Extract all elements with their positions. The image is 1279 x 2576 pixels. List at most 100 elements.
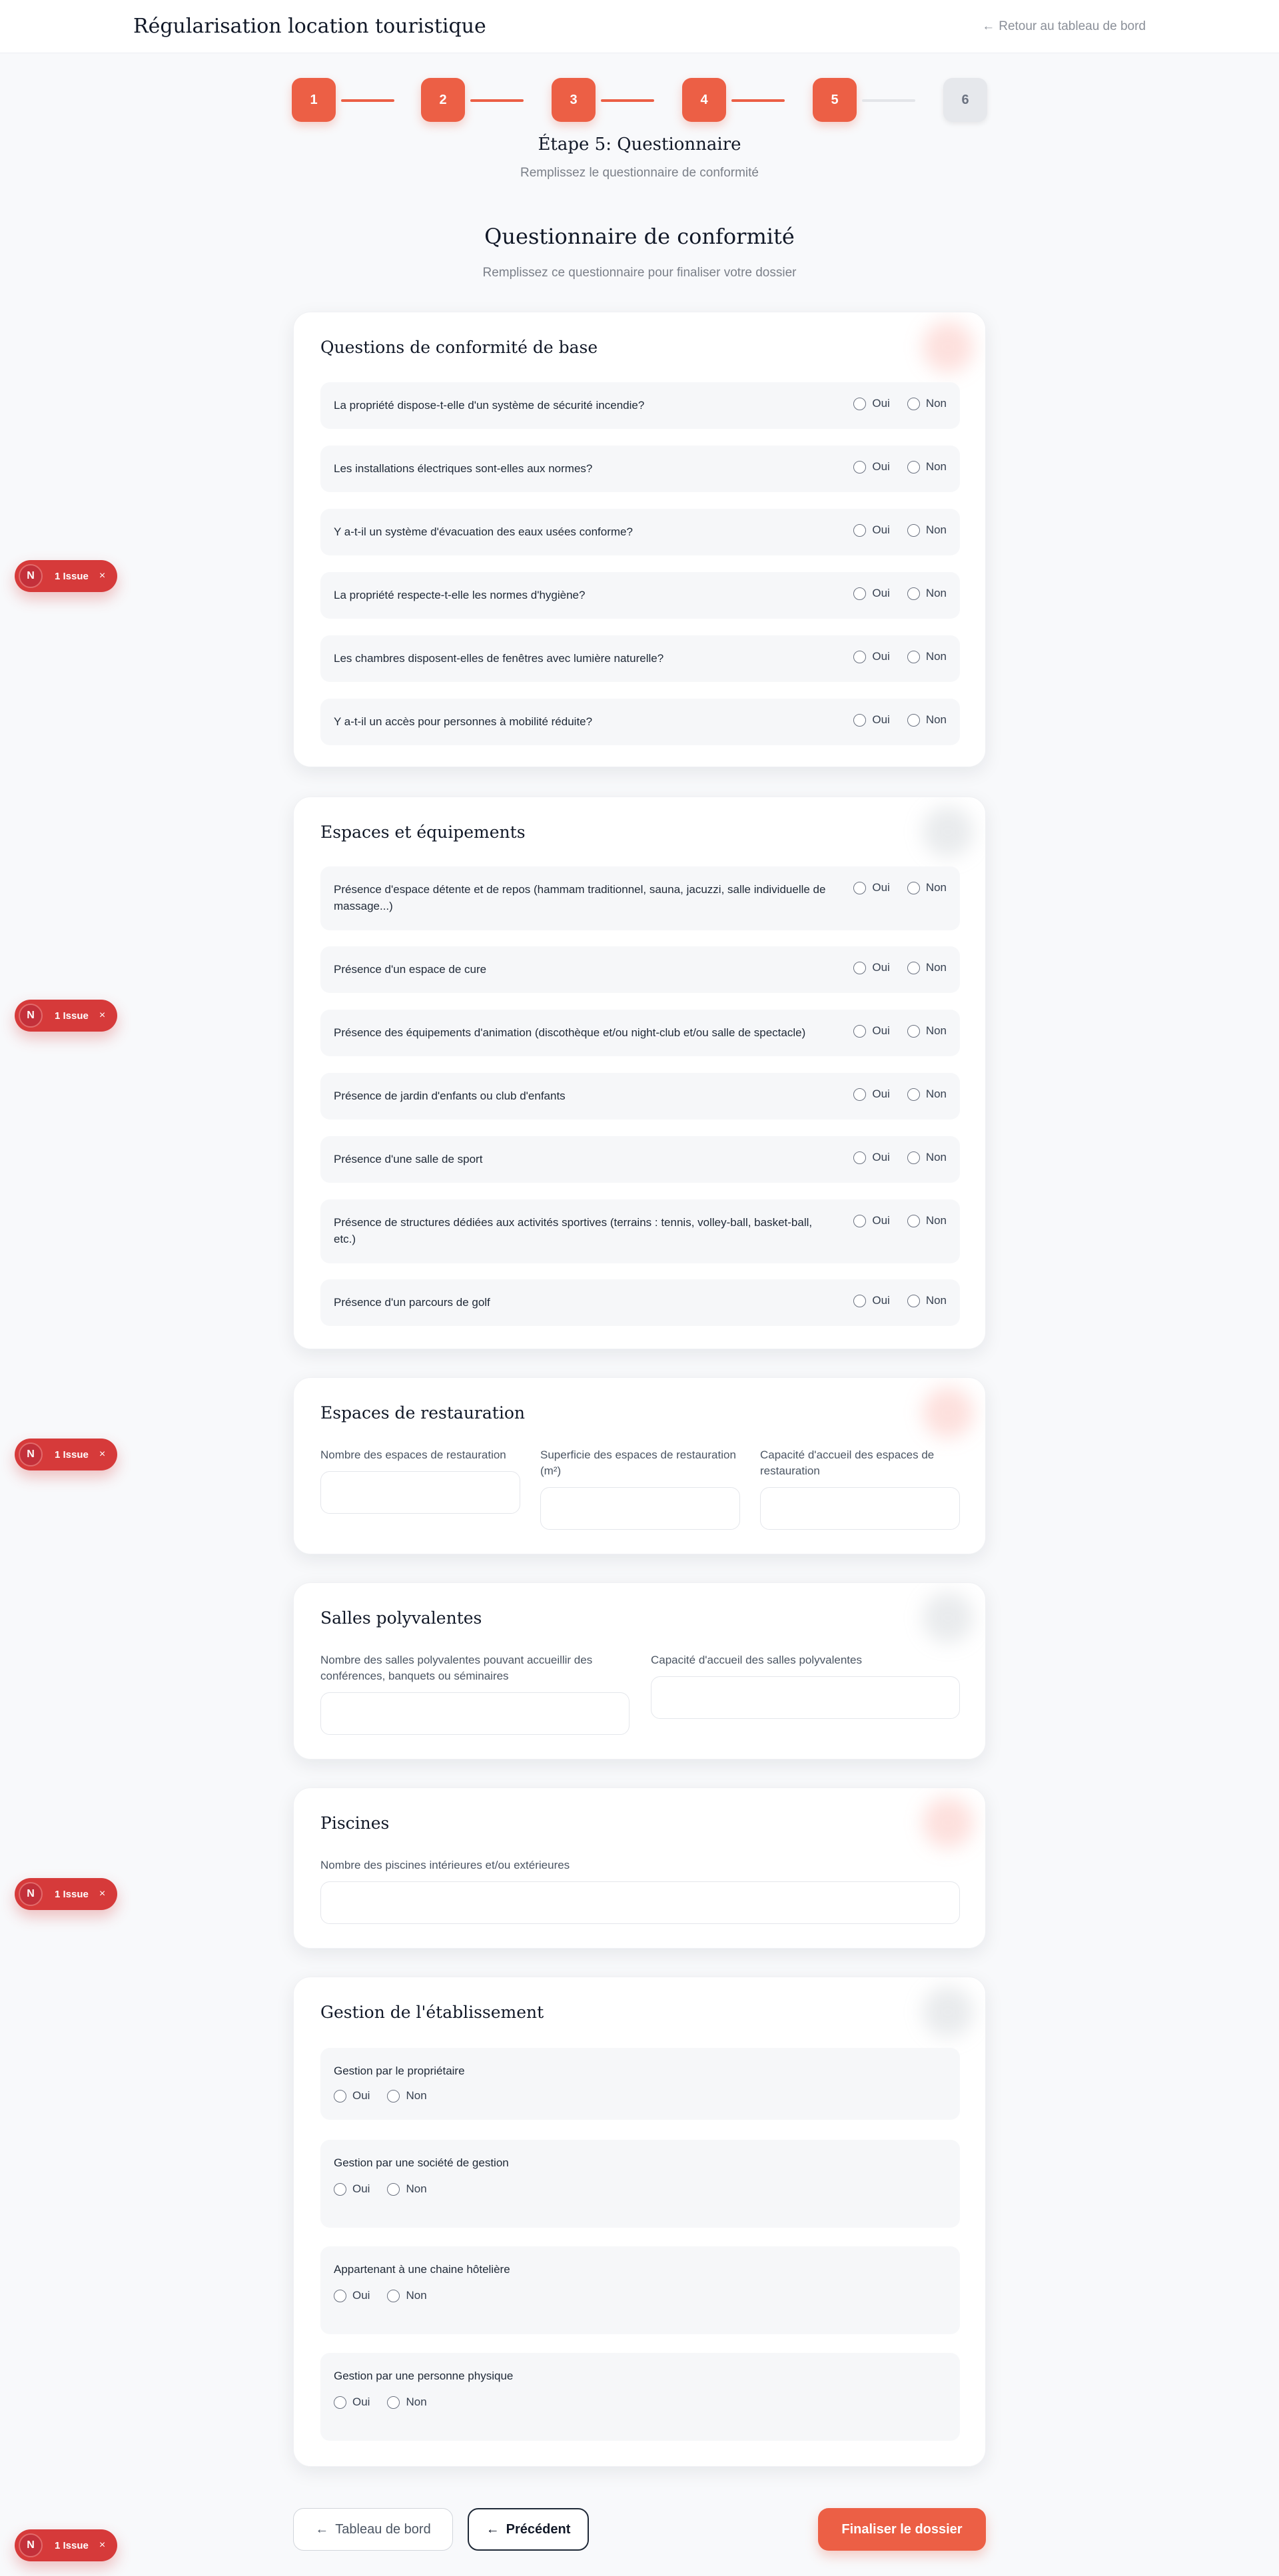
radio-yes[interactable]: Oui [853, 961, 890, 974]
close-icon[interactable]: × [99, 2539, 105, 2551]
radio-no[interactable]: Non [387, 2182, 427, 2196]
radio-yes[interactable]: Oui [853, 1294, 890, 1307]
radio-yes[interactable]: Oui [334, 2396, 370, 2409]
radio-no[interactable]: Non [907, 1151, 947, 1164]
radio-no[interactable]: Non [387, 2396, 427, 2409]
radio-no[interactable]: Non [907, 650, 947, 663]
radio-yes[interactable]: Oui [853, 1214, 890, 1227]
radio-no[interactable]: Non [907, 460, 947, 474]
step-5[interactable]: 5 [813, 78, 857, 122]
radio-label: Non [925, 587, 947, 599]
radio-label: Non [925, 1294, 947, 1307]
yes-no-group: Oui Non [853, 1151, 947, 1164]
radio-label: Oui [872, 397, 890, 410]
multipurpose-rooms-capacity-input[interactable] [651, 1676, 960, 1719]
issue-badge[interactable]: N 1 Issue × [15, 1878, 117, 1910]
issue-badge[interactable]: N 1 Issue × [15, 1000, 117, 1032]
n-logo-icon: N [19, 1443, 43, 1466]
radio-label: Oui [352, 2182, 370, 2195]
restaurant-capacity-input[interactable] [760, 1487, 960, 1530]
field-label: Superficie des espaces de restauration (… [540, 1449, 736, 1477]
radio-no[interactable]: Non [907, 881, 947, 894]
radio-yes[interactable]: Oui [853, 650, 890, 663]
close-icon[interactable]: × [99, 570, 105, 582]
issue-badge[interactable]: N 1 Issue × [15, 1439, 117, 1470]
radio-yes[interactable]: Oui [853, 523, 890, 537]
step-2[interactable]: 2 [421, 78, 465, 122]
radio-no[interactable]: Non [907, 587, 947, 600]
facilities-card: Espaces et équipements Présence d'espace… [293, 797, 986, 1349]
question-row: Gestion par une personne physique Oui No… [320, 2353, 960, 2441]
n-logo-icon: N [19, 2533, 43, 2557]
step-4[interactable]: 4 [682, 78, 726, 122]
pools-count-input[interactable] [320, 1881, 960, 1924]
yes-no-group: Oui Non [334, 2089, 427, 2102]
radio-no[interactable]: Non [387, 2089, 427, 2102]
radio-circle-icon [853, 1151, 867, 1164]
previous-button-label: Précédent [506, 2521, 571, 2537]
field-label: Nombre des salles polyvalentes pouvant a… [320, 1654, 593, 1682]
radio-circle-icon [853, 397, 867, 410]
radio-yes[interactable]: Oui [853, 1151, 890, 1164]
radio-no[interactable]: Non [907, 961, 947, 974]
multipurpose-rooms-count-input[interactable] [320, 1692, 630, 1735]
close-icon[interactable]: × [99, 1010, 105, 1022]
decorative-blob [923, 322, 973, 372]
dashboard-button-label: Tableau de bord [335, 2521, 431, 2537]
radio-circle-icon [853, 1088, 867, 1101]
decorative-blob [923, 1797, 973, 1848]
progress-stepper: 1 2 3 4 5 6 [292, 78, 987, 123]
dashboard-button[interactable]: ← Tableau de bord [293, 2508, 453, 2551]
step-6[interactable]: 6 [943, 78, 987, 122]
radio-label: Non [406, 2182, 427, 2195]
radio-yes[interactable]: Oui [334, 2089, 370, 2102]
radio-yes[interactable]: Oui [853, 1088, 890, 1101]
n-logo-icon: N [19, 1004, 43, 1028]
radio-yes[interactable]: Oui [853, 587, 890, 600]
radio-no[interactable]: Non [907, 1214, 947, 1227]
radio-no[interactable]: Non [907, 1024, 947, 1038]
restaurant-count-input[interactable] [320, 1471, 520, 1514]
question-row: Présence d'un parcours de golf Oui Non [320, 1279, 960, 1326]
question-text: Présence de jardin d'enfants ou club d'e… [334, 1090, 566, 1102]
radio-circle-icon [907, 397, 920, 410]
issue-badge[interactable]: N 1 Issue × [15, 2529, 117, 2561]
finalize-button[interactable]: Finaliser le dossier [818, 2508, 986, 2551]
radio-yes[interactable]: Oui [853, 713, 890, 727]
restaurant-area-input[interactable] [540, 1487, 740, 1530]
radio-yes[interactable]: Oui [853, 1024, 890, 1038]
issue-badge[interactable]: N 1 Issue × [15, 560, 117, 592]
question-row: Les chambres disposent-elles de fenêtres… [320, 635, 960, 682]
back-to-dashboard-link[interactable]: ← Retour au tableau de bord [982, 19, 1146, 34]
decorative-blob [923, 806, 973, 857]
radio-yes[interactable]: Oui [853, 397, 890, 410]
radio-label: Non [406, 2089, 427, 2102]
question-row: Les installations électriques sont-elles… [320, 446, 960, 492]
question-row: Y a-t-il un système d'évacuation des eau… [320, 509, 960, 555]
section-title: Espaces de restauration [320, 1403, 525, 1423]
radio-circle-icon [853, 1294, 867, 1307]
n-logo-icon: N [19, 564, 43, 588]
radio-yes[interactable]: Oui [853, 460, 890, 474]
previous-button[interactable]: ← Précédent [468, 2508, 589, 2551]
radio-yes[interactable]: Oui [334, 2289, 370, 2302]
step-1[interactable]: 1 [292, 78, 336, 122]
close-icon[interactable]: × [99, 1888, 105, 1900]
step-3[interactable]: 3 [552, 78, 596, 122]
radio-circle-icon [853, 713, 867, 727]
radio-no[interactable]: Non [907, 523, 947, 537]
radio-no[interactable]: Non [907, 397, 947, 410]
radio-circle-icon [853, 961, 867, 974]
app-title: Régularisation location touristique [133, 15, 486, 38]
radio-no[interactable]: Non [907, 1088, 947, 1101]
radio-yes[interactable]: Oui [334, 2182, 370, 2196]
issue-label: 1 Issue [55, 2539, 89, 2551]
radio-no[interactable]: Non [907, 1294, 947, 1307]
radio-no[interactable]: Non [907, 713, 947, 727]
radio-circle-icon [334, 2396, 346, 2409]
radio-circle-icon [387, 2182, 400, 2196]
question-text: Y a-t-il un système d'évacuation des eau… [334, 525, 633, 538]
radio-yes[interactable]: Oui [853, 881, 890, 894]
radio-no[interactable]: Non [387, 2289, 427, 2302]
close-icon[interactable]: × [99, 1449, 105, 1460]
